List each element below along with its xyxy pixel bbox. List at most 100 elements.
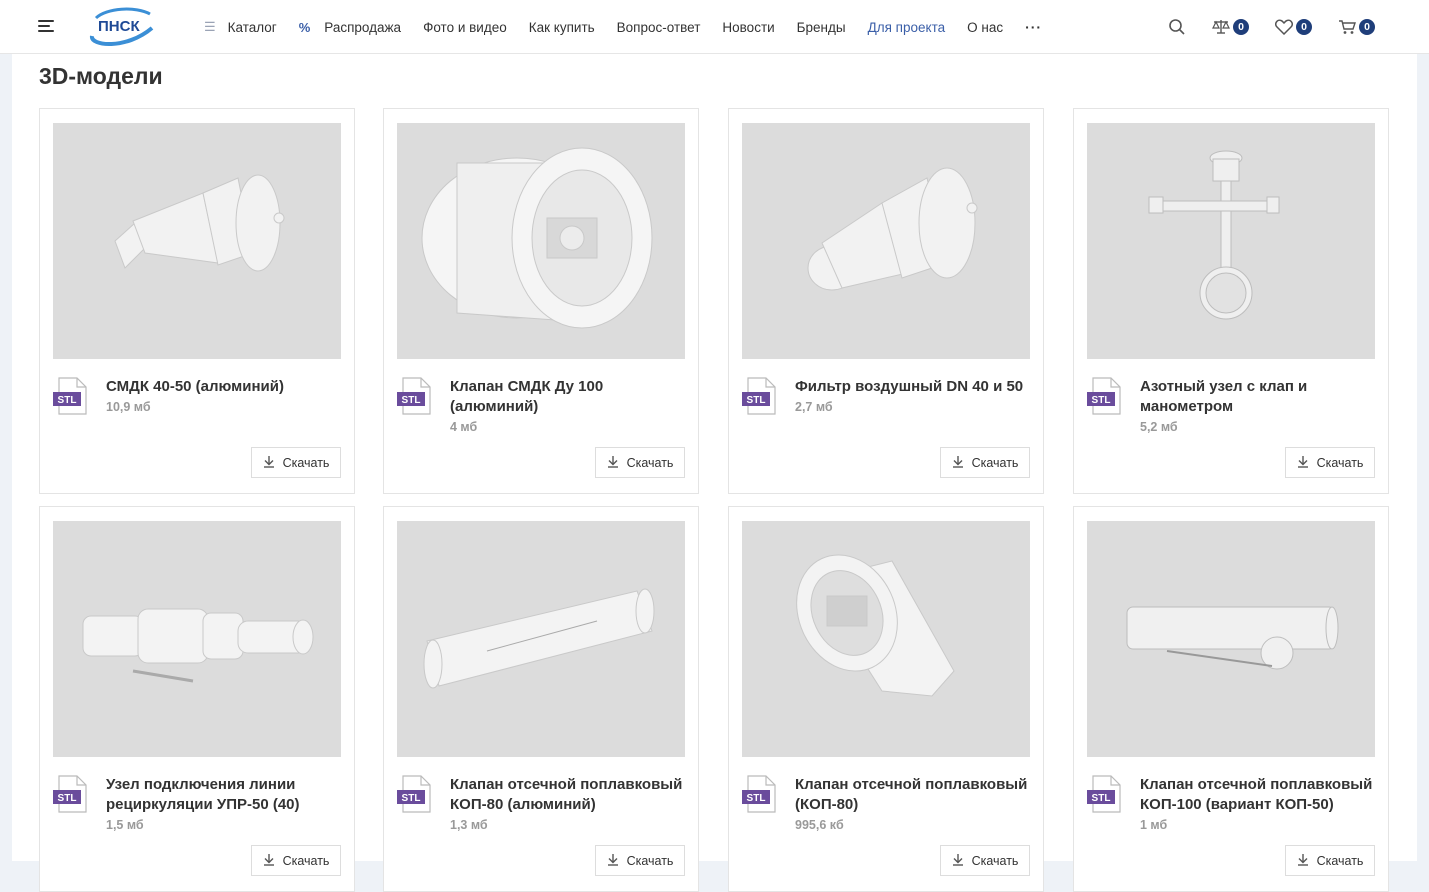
nav-for-project[interactable]: Для проекта	[868, 20, 946, 35]
page-title: 3D-модели	[39, 63, 163, 89]
main-content: 3D-модели STL СМДК 40-50 (алюминий) 10,9 м…	[12, 54, 1417, 892]
download-button[interactable]: Скачать	[940, 447, 1030, 478]
model-card: STL Клапан отсечной поплавковый (КОП-80) 9…	[728, 506, 1044, 892]
stl-file-icon: STL	[397, 775, 433, 813]
favorites-button[interactable]: 0	[1275, 19, 1312, 35]
model-file-size: 5,2 мб	[1140, 420, 1178, 434]
model-preview-image[interactable]	[397, 123, 685, 359]
model-preview-image[interactable]	[53, 123, 341, 359]
file-type-label: STL	[58, 793, 77, 804]
stl-file-icon: STL	[742, 377, 778, 415]
nav-catalog[interactable]: ☰ Каталог	[204, 19, 277, 35]
file-type-label: STL	[1092, 793, 1111, 804]
download-icon	[1297, 455, 1309, 471]
model-preview-image[interactable]	[1087, 123, 1375, 359]
site-logo[interactable]: ПНСК	[86, 6, 158, 48]
model-title[interactable]: Клапан отсечной поплавковый КОП-80 (алюм…	[450, 775, 685, 815]
search-button[interactable]	[1168, 18, 1186, 36]
nav-photo-video[interactable]: Фото и видео	[423, 20, 507, 35]
model-card: STL Фильтр воздушный DN 40 и 50 2,7 мб Скач…	[728, 108, 1044, 494]
nav-label: Вопрос-ответ	[616, 19, 701, 35]
model-card: STL СМДК 40-50 (алюминий) 10,9 мб Скачать	[39, 108, 355, 494]
download-icon	[952, 455, 964, 471]
list-icon: ☰	[204, 19, 216, 34]
download-label: Скачать	[282, 455, 330, 470]
nav-label: Новости	[722, 19, 775, 35]
model-card: STL Клапан СМДК Ду 100 (алюминий) 4 мб Скач…	[383, 108, 699, 494]
download-button[interactable]: Скачать	[251, 447, 341, 478]
more-menu-button[interactable]: ···	[1025, 19, 1042, 35]
nav-news[interactable]: Новости	[722, 20, 774, 35]
nav-label: Как купить	[528, 19, 595, 35]
model-file-size: 1 мб	[1140, 818, 1168, 832]
nav-label: Каталог	[227, 19, 277, 35]
cart-button[interactable]: 0	[1338, 19, 1375, 35]
nav-label: О нас	[967, 19, 1004, 35]
menu-icon[interactable]	[38, 20, 54, 34]
percent-icon: %	[298, 19, 311, 35]
model-file-size: 1,3 мб	[450, 818, 488, 832]
search-icon	[1169, 19, 1185, 35]
header-actions: 0 0 0	[1142, 0, 1375, 54]
model-file-size: 4 мб	[450, 420, 478, 434]
file-type-label: STL	[747, 793, 766, 804]
model-title[interactable]: Фильтр воздушный DN 40 и 50	[795, 377, 1030, 397]
file-type-label: STL	[402, 793, 421, 804]
model-file-size: 995,6 кб	[795, 818, 844, 832]
stl-file-icon: STL	[53, 377, 89, 415]
nav-about[interactable]: О нас	[967, 20, 1003, 35]
cart-icon	[1339, 20, 1356, 34]
stl-file-icon: STL	[742, 775, 778, 813]
nav-brands[interactable]: Бренды	[797, 20, 846, 35]
nav-how-to-buy[interactable]: Как купить	[529, 20, 595, 35]
model-card: STL Клапан отсечной поплавковый КОП-80 (а…	[383, 506, 699, 892]
model-preview-image[interactable]	[742, 521, 1030, 757]
model-card: STL Узел подключения линии рециркуляции У…	[39, 506, 355, 892]
model-preview-image[interactable]	[397, 521, 685, 757]
file-type-label: STL	[402, 395, 421, 406]
file-type-label: STL	[747, 395, 766, 406]
nav-sale[interactable]: % Распродажа	[299, 20, 401, 35]
model-file-size: 2,7 мб	[795, 400, 833, 414]
model-file-size: 1,5 мб	[106, 818, 144, 832]
heart-icon	[1275, 19, 1293, 35]
main-nav: ☰ Каталог % Распродажа Фото и видео Как …	[204, 0, 1064, 54]
model-title[interactable]: Клапан отсечной поплавковый КОП-100 (вар…	[1140, 775, 1375, 815]
nav-label: Бренды	[796, 19, 846, 35]
download-button[interactable]: Скачать	[595, 447, 685, 478]
stl-file-icon: STL	[1087, 775, 1123, 813]
cart-count-badge: 0	[1359, 19, 1375, 35]
model-title[interactable]: СМДК 40-50 (алюминий)	[106, 377, 341, 397]
download-label: Скачать	[971, 455, 1019, 470]
file-type-label: STL	[58, 395, 77, 406]
download-label: Скачать	[626, 455, 674, 470]
model-title[interactable]: Клапан отсечной поплавковый (КОП-80)	[795, 775, 1030, 815]
download-label: Скачать	[1316, 455, 1364, 470]
download-button[interactable]: Скачать	[1285, 447, 1375, 478]
stl-file-icon: STL	[53, 775, 89, 813]
scales-icon	[1212, 20, 1230, 34]
stl-file-icon: STL	[397, 377, 433, 415]
model-card: STL Клапан отсечной поплавковый КОП-100 (…	[1073, 506, 1389, 892]
model-preview-image[interactable]	[1087, 521, 1375, 757]
nav-label: Для проекта	[867, 19, 946, 35]
download-icon	[263, 455, 275, 471]
model-title[interactable]: Азотный узел с клап и манометром	[1140, 377, 1375, 417]
logo-text: ПНСК	[98, 18, 140, 35]
stl-file-icon: STL	[1087, 377, 1123, 415]
model-preview-image[interactable]	[742, 123, 1030, 359]
favorites-count-badge: 0	[1296, 19, 1312, 35]
model-file-size: 10,9 мб	[106, 400, 151, 414]
file-type-label: STL	[1092, 395, 1111, 406]
nav-label: Фото и видео	[423, 19, 507, 35]
site-header: ПНСК ☰ Каталог % Распродажа Фото и видео…	[0, 0, 1429, 54]
compare-button[interactable]: 0	[1212, 19, 1249, 35]
download-icon	[607, 455, 619, 471]
model-title[interactable]: Узел подключения линии рециркуляции УПР-…	[106, 775, 341, 815]
model-title[interactable]: Клапан СМДК Ду 100 (алюминий)	[450, 377, 685, 417]
nav-label: Распродажа	[324, 19, 402, 35]
nav-faq[interactable]: Вопрос-ответ	[617, 20, 701, 35]
compare-count-badge: 0	[1233, 19, 1249, 35]
model-card: STL Азотный узел с клап и манометром 5,2 м…	[1073, 108, 1389, 494]
model-preview-image[interactable]	[53, 521, 341, 757]
